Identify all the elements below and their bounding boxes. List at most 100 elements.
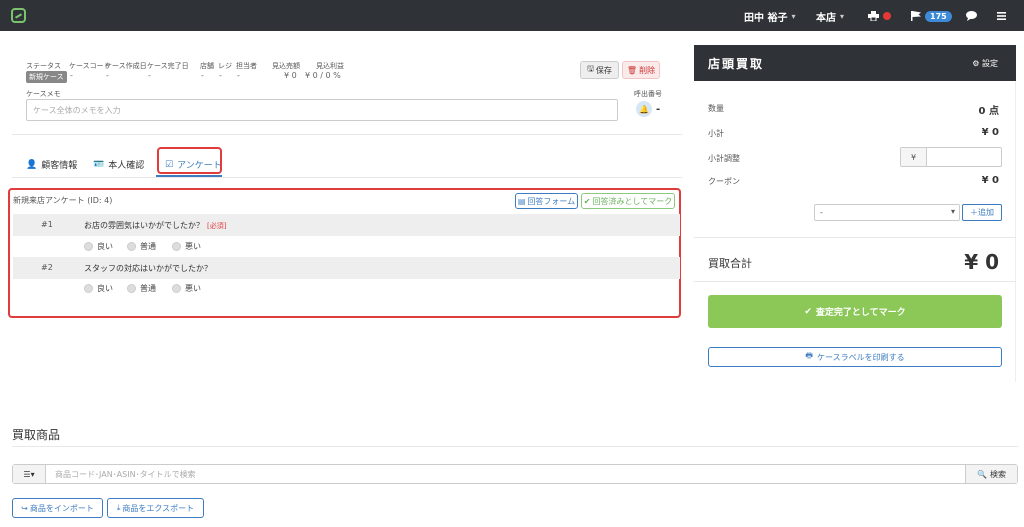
tab-customer-info[interactable]: 👤 顧客情報	[26, 158, 77, 172]
notifications[interactable]: 175	[911, 9, 952, 23]
mark-assessment-complete-button[interactable]: ✔ 査定完了としてマーク	[708, 295, 1002, 328]
survey-title: 新規来店アンケート (ID: 4)	[13, 196, 113, 205]
flag-icon	[911, 11, 921, 21]
call-number-value: -	[656, 104, 661, 115]
expected-profit-value: ¥ 0 / 0 %	[305, 71, 341, 80]
answer-option-radio[interactable]: 悪い	[172, 283, 201, 294]
radio-icon	[172, 242, 181, 251]
expected-sales-label: 見込売額	[272, 62, 300, 70]
radio-icon	[127, 284, 136, 293]
case-memo-input[interactable]: ケース全体のメモを入力	[26, 99, 618, 121]
expected-profit-label: 見込利益	[316, 62, 344, 70]
quantity-value: 0 点	[978, 106, 999, 117]
answer-form-button[interactable]: ▤ 回答フォーム	[515, 193, 578, 209]
check-icon: ✔	[804, 306, 812, 317]
created-value: -	[106, 71, 109, 80]
delete-button[interactable]: 🗑 削除	[622, 61, 660, 79]
divider	[12, 134, 682, 135]
created-label: ケース作成日	[105, 62, 147, 70]
form-icon: ▤	[517, 196, 526, 206]
completed-label: ケース完了日	[147, 62, 189, 70]
product-search-input[interactable]: 商品コード･JAN･ASIN･タイトルで検索	[55, 469, 196, 480]
main-menu-button[interactable]	[997, 9, 1006, 23]
answer-option-radio[interactable]: 良い	[84, 283, 113, 294]
printer-icon: 🖶	[805, 351, 813, 360]
purchase-panel: 店頭買取 ⚙ 設定 数量 0 点 小計 ¥ 0 小計調整 ¥ クーポン ¥ 0 …	[694, 45, 1016, 382]
subtotal-label: 小計	[708, 129, 724, 138]
radio-icon	[84, 242, 93, 251]
answer-option-radio[interactable]: 悪い	[172, 241, 201, 252]
chevron-down-icon: ▾	[791, 11, 796, 21]
divider	[694, 237, 1016, 238]
case-main: ステータス ケースコード ケース作成日 ケース完了日 店舗 レジ 担当者 見込売…	[0, 31, 694, 527]
total-label: 買取合計	[708, 257, 752, 270]
memo-label: ケースメモ	[26, 90, 61, 98]
id-card-icon: 🪪	[93, 159, 105, 170]
filter-dropdown-button[interactable]: ☰▾	[13, 465, 46, 483]
printer-offline-indicator	[883, 12, 891, 20]
export-products-button[interactable]: ⤓ 商品をエクスポート	[107, 498, 204, 518]
app-logo-icon[interactable]	[11, 8, 26, 23]
divider	[12, 177, 682, 178]
status-label: ステータス	[26, 62, 61, 70]
answer-option-radio[interactable]: 普通	[127, 241, 156, 252]
panel-header: 店頭買取 ⚙ 設定	[694, 45, 1016, 81]
store-menu[interactable]: 本店 ▾	[816, 9, 845, 24]
save-icon: 🖫	[587, 64, 594, 73]
chat-icon	[966, 11, 977, 21]
register-value: -	[219, 71, 222, 80]
user-name: 田中 裕子	[744, 12, 788, 24]
printer-icon	[868, 11, 879, 21]
question-text: お店の雰囲気はいかがでしたか？ [必須]	[84, 221, 227, 230]
required-tag: [必須]	[207, 222, 227, 230]
settings-link[interactable]: ⚙ 設定	[972, 58, 998, 69]
check-icon: ✔	[583, 196, 591, 206]
chevron-down-icon: ▾	[840, 11, 845, 21]
subtotal-value: ¥ 0	[981, 127, 999, 138]
subtotal-adjust-label: 小計調整	[708, 154, 740, 163]
tab-identity-check[interactable]: 🪪 本人確認	[93, 158, 144, 172]
save-button[interactable]: 🖫 保存	[580, 61, 619, 79]
quantity-label: 数量	[708, 104, 724, 113]
subtotal-adjust-input[interactable]: ¥	[900, 147, 1002, 167]
expected-sales-value: ¥ 0	[284, 71, 297, 80]
highlight-survey-panel	[8, 188, 681, 318]
chevron-down-icon: ▾	[950, 207, 955, 216]
divider	[694, 281, 1016, 282]
gear-icon: ⚙	[972, 59, 980, 68]
question-number: #1	[41, 220, 53, 229]
add-coupon-button[interactable]: ＋追加	[962, 204, 1002, 221]
total-value: ¥ 0	[964, 250, 999, 274]
coupon-value: ¥ 0	[981, 175, 999, 186]
store-name: 本店	[816, 12, 836, 24]
radio-icon	[172, 284, 181, 293]
trash-icon: 🗑	[626, 65, 638, 75]
store-label: 店舗	[200, 62, 214, 70]
import-products-button[interactable]: ↪ 商品をインポート	[12, 498, 103, 518]
bell-icon[interactable]: 🔔	[636, 101, 652, 117]
status-badge: 新規ケース	[26, 71, 67, 83]
coupon-select[interactable]: - ▾	[814, 204, 960, 221]
yen-addon: ¥	[901, 148, 927, 166]
products-section-title: 買取商品	[12, 428, 61, 442]
mark-answered-button[interactable]: ✔ 回答済みとしてマーク	[581, 193, 675, 209]
question-text: スタッフの対応はいかがでしたか？	[84, 264, 212, 273]
plus-icon: ＋	[970, 208, 978, 217]
register-label: レジ	[218, 62, 232, 70]
printer-status[interactable]	[868, 9, 891, 23]
highlight-tab-survey	[157, 147, 222, 174]
user-menu[interactable]: 田中 裕子 ▾	[744, 9, 796, 24]
notification-count-badge: 175	[925, 10, 952, 22]
answer-option-radio[interactable]: 普通	[127, 283, 156, 294]
staff-value: -	[237, 71, 240, 80]
coupon-label: クーポン	[708, 177, 740, 186]
panel-title: 店頭買取	[708, 57, 765, 71]
store-value: -	[201, 71, 204, 80]
question-number: #2	[41, 263, 53, 272]
print-case-label-button[interactable]: 🖶 ケースラベルを印刷する	[708, 347, 1002, 367]
search-button[interactable]: 🔍 検索	[965, 465, 1017, 483]
hamburger-icon	[997, 12, 1006, 20]
staff-label: 担当者	[236, 62, 257, 70]
answer-option-radio[interactable]: 良い	[84, 241, 113, 252]
chat-button[interactable]	[966, 9, 977, 23]
